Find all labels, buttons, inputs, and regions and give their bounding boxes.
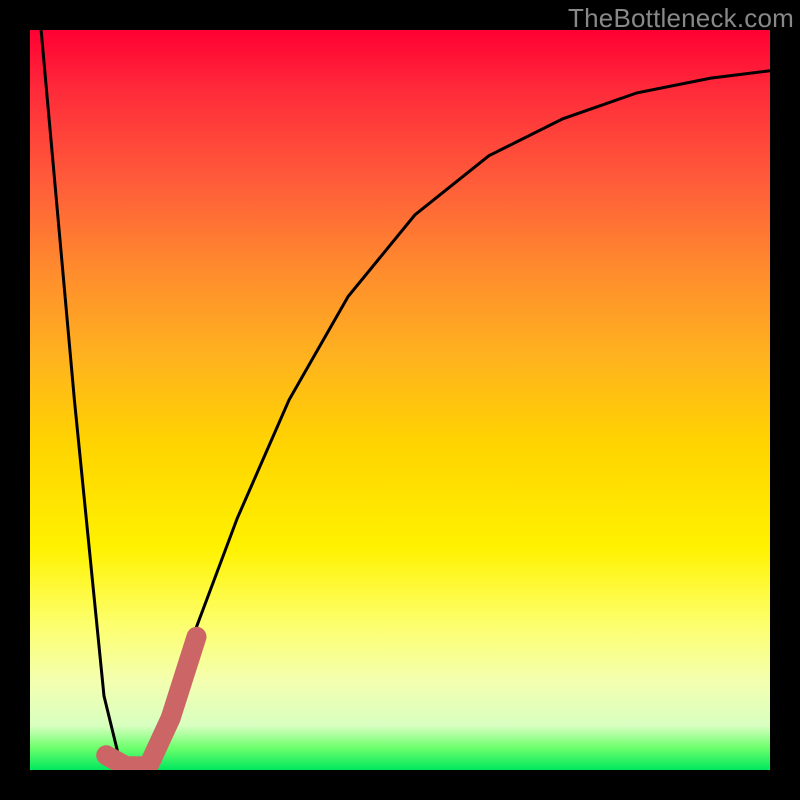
- black-curve: [41, 30, 770, 770]
- marker-curve: [106, 637, 196, 767]
- plot-area: [30, 30, 770, 770]
- curves-layer: [30, 30, 770, 770]
- chart-frame: TheBottleneck.com: [0, 0, 800, 800]
- watermark-text: TheBottleneck.com: [568, 3, 794, 34]
